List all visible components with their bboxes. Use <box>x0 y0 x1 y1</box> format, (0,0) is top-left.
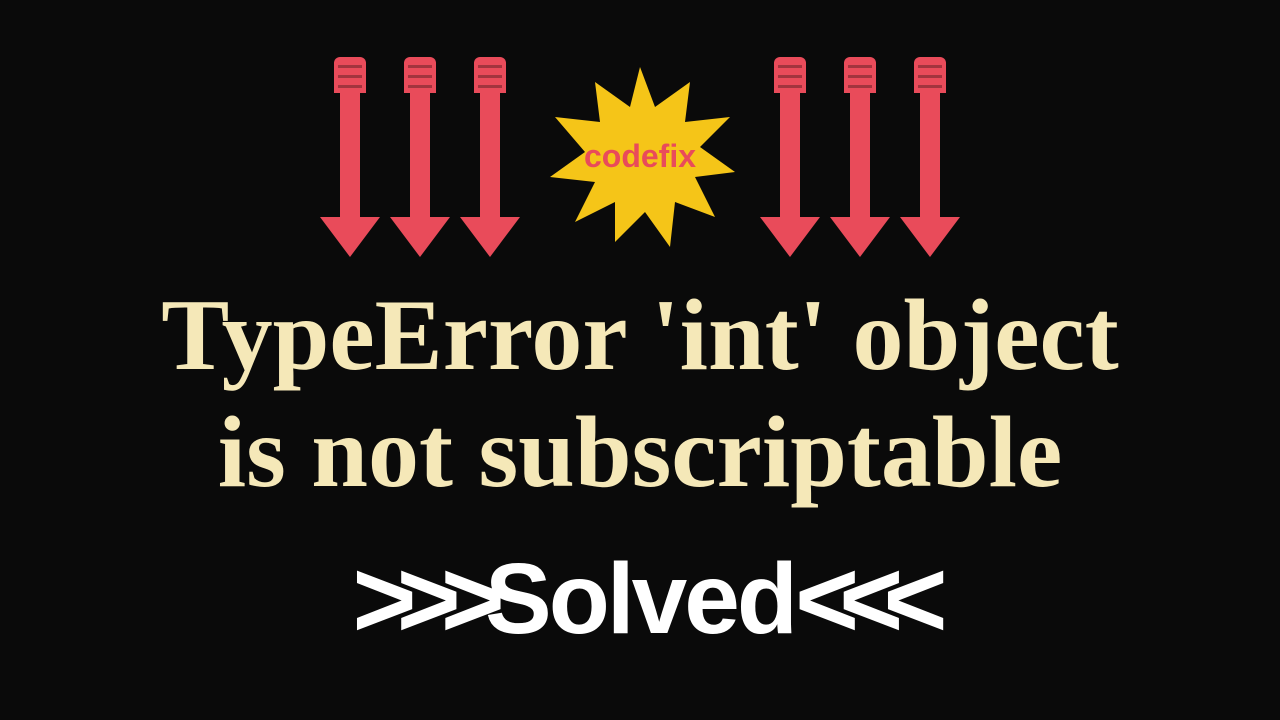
title-line-2: is not subscriptable <box>161 394 1119 511</box>
down-arrow-icon <box>910 57 950 257</box>
down-arrow-icon <box>840 57 880 257</box>
title-line-1: TypeError 'int' object <box>161 277 1119 394</box>
thumbnail-container: codefix TypeError 'int' object is not su… <box>0 0 1280 720</box>
burst-badge: codefix <box>540 57 740 257</box>
arrow-group-right <box>770 57 950 257</box>
down-arrow-icon <box>330 57 370 257</box>
chevron-left-icon: <<< <box>795 536 928 663</box>
solved-label: Solved <box>485 542 795 657</box>
down-arrow-icon <box>400 57 440 257</box>
error-title: TypeError 'int' object is not subscripta… <box>161 277 1119 512</box>
arrow-group-left <box>330 57 510 257</box>
top-row: codefix <box>330 57 950 257</box>
solved-row: >>> Solved <<< <box>352 536 927 663</box>
down-arrow-icon <box>470 57 510 257</box>
down-arrow-icon <box>770 57 810 257</box>
burst-label: codefix <box>584 138 696 175</box>
chevron-right-icon: >>> <box>352 536 485 663</box>
